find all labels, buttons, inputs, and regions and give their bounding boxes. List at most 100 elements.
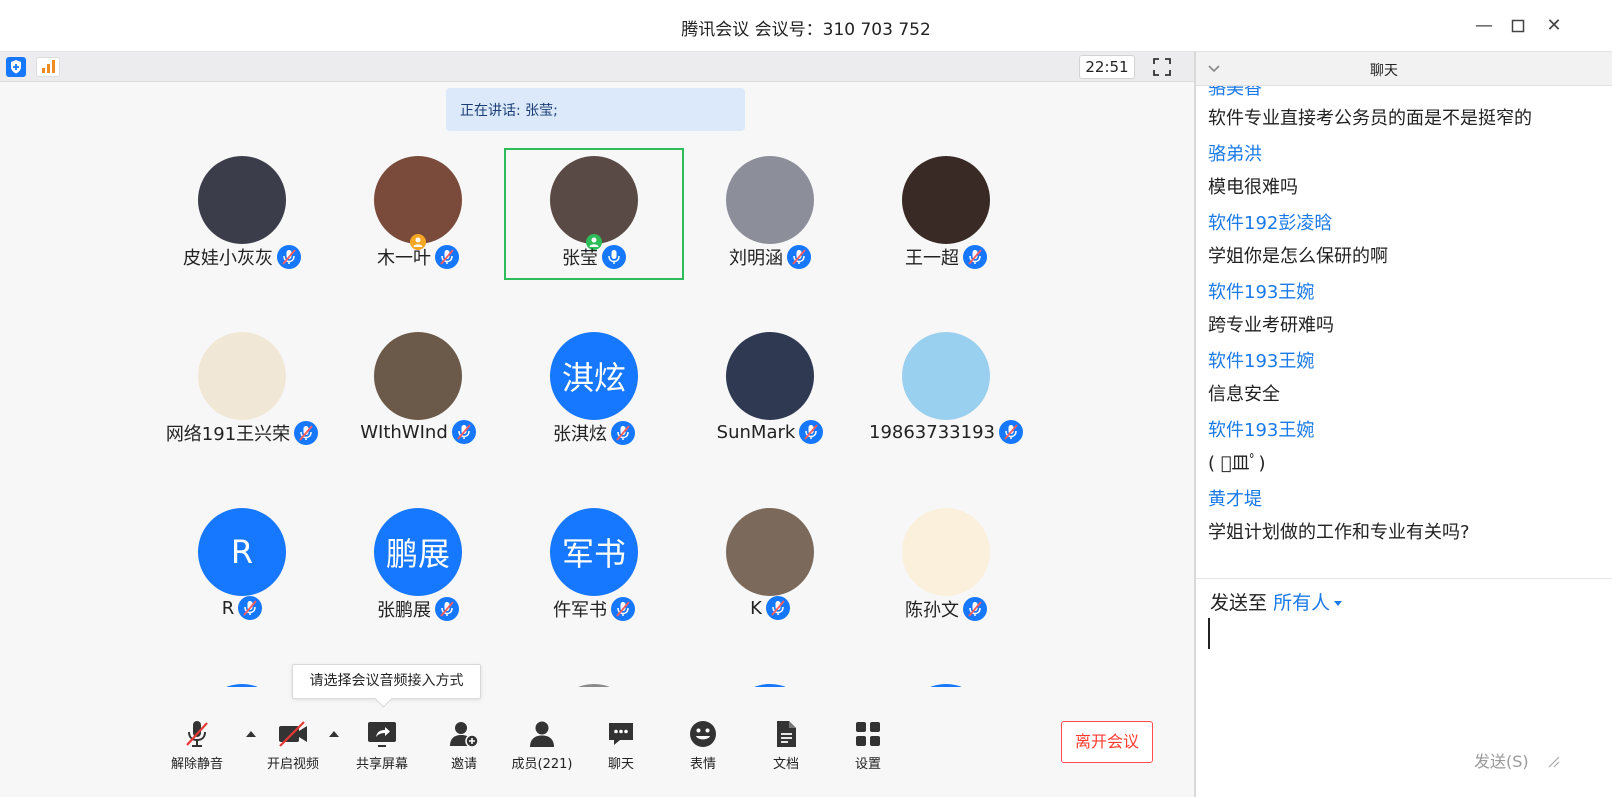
participant-tile[interactable]: 刘明涵 xyxy=(680,148,860,280)
participant-tile[interactable]: K xyxy=(680,500,860,632)
participant-name-row: 仵军书 xyxy=(504,596,684,622)
participant-avatar xyxy=(550,156,638,244)
chat-input-cursor[interactable] xyxy=(1208,618,1210,649)
meeting-timer: 22:51 xyxy=(1079,55,1135,79)
share-screen-label: 共享屏幕 xyxy=(355,757,408,772)
participant-name: 皮娃小灰灰 xyxy=(183,248,273,269)
participant-name: R xyxy=(221,597,235,619)
participant-name: WIthWInd xyxy=(360,421,448,443)
participant-avatar xyxy=(726,156,814,244)
chat-title: 聊天 xyxy=(1370,63,1398,79)
emoji-icon xyxy=(690,721,716,747)
participant-tile[interactable]: 19863733193 xyxy=(856,324,1036,456)
participant-avatar xyxy=(726,332,814,420)
members-icon xyxy=(530,721,554,747)
participant-name: 王一超 xyxy=(905,248,959,269)
mic-muted-icon xyxy=(238,596,263,620)
send-to-selector[interactable]: 发送至 所有人 xyxy=(1210,588,1343,615)
emoji-button[interactable]: 表情 xyxy=(663,719,743,772)
document-icon xyxy=(777,721,796,747)
video-off-icon xyxy=(279,721,307,747)
participant-name-row: 刘明涵 xyxy=(680,244,860,270)
invite-label: 邀请 xyxy=(450,757,477,772)
send-button[interactable]: 发送(S) xyxy=(1474,748,1529,772)
participant-tile[interactable]: 淇炫 张淇炫 xyxy=(504,324,684,456)
participant-name-row: 木一叶 xyxy=(328,244,508,270)
participant-tile[interactable]: 木一叶 xyxy=(328,148,508,280)
participant-tile[interactable]: 张莹 xyxy=(504,148,684,280)
participant-name: K xyxy=(750,597,762,619)
send-to-target[interactable]: 所有人 xyxy=(1273,592,1330,614)
participant-name-row: R xyxy=(152,596,332,620)
members-label: 成员(221) xyxy=(511,757,573,772)
chat-sender: 骆美香 xyxy=(1208,86,1262,99)
mic-muted-icon xyxy=(998,420,1023,444)
unmute-label: 解除静音 xyxy=(170,757,223,772)
chat-message-text: 学姐你是怎么保研的啊 xyxy=(1208,246,1388,267)
dropdown-caret-icon[interactable] xyxy=(1334,601,1343,606)
settings-grid-icon xyxy=(856,722,880,746)
chat-message-text: 跨专业考研难吗 xyxy=(1208,315,1334,336)
participant-tile[interactable]: RR xyxy=(152,500,332,632)
participant-name-row: 张莹 xyxy=(506,244,682,270)
resize-grip-icon[interactable] xyxy=(1546,754,1560,768)
participant-tile[interactable]: WIthWInd xyxy=(328,324,508,456)
participant-tile[interactable]: SunMark xyxy=(680,324,860,456)
chat-message-list[interactable]: 骆美香 软件专业直接考公务员的面是不是挺窄的 骆弟洪 模电很难吗 软件192彭凌晗 学姐你… xyxy=(1196,86,1612,578)
participant-avatar xyxy=(374,332,462,420)
security-shield-icon[interactable] xyxy=(6,57,26,77)
meeting-info-strip: 22:51 xyxy=(0,52,1194,82)
start-video-label: 开启视频 xyxy=(266,757,319,772)
chat-sender: 软件193王婉 xyxy=(1208,420,1315,441)
mic-muted-icon xyxy=(277,245,301,269)
signal-strength-icon[interactable] xyxy=(36,57,60,77)
chat-sender: 软件192彭凌晗 xyxy=(1208,213,1333,234)
participant-tile[interactable]: 网络191王兴荣 xyxy=(152,324,332,456)
participant-name: SunMark xyxy=(716,421,796,443)
unmute-button[interactable]: 解除静音 xyxy=(157,719,237,772)
maximize-icon[interactable] xyxy=(1506,14,1530,38)
docs-button[interactable]: 文档 xyxy=(746,719,826,772)
share-screen-button[interactable]: 共享屏幕 xyxy=(342,719,422,772)
fullscreen-icon[interactable] xyxy=(1152,57,1172,77)
mic-muted-icon xyxy=(611,421,635,445)
leave-meeting-button[interactable]: 离开会议 xyxy=(1061,721,1153,763)
participant-name-row: 张鹏展 xyxy=(328,596,508,622)
chat-button[interactable]: 聊天 xyxy=(581,719,661,772)
participant-avatar xyxy=(198,156,286,244)
settings-button[interactable]: 设置 xyxy=(828,719,908,772)
chat-panel: 聊天 骆美香 软件专业直接考公务员的面是不是挺窄的 骆弟洪 模电很难吗 软件192彭凌晗… xyxy=(1196,52,1612,797)
participant-name: 仵军书 xyxy=(553,600,607,621)
settings-label: 设置 xyxy=(854,757,881,772)
chat-sender: 软件193王婉 xyxy=(1208,282,1315,303)
participant-avatar xyxy=(726,508,814,596)
mic-muted-icon xyxy=(611,597,635,621)
mic-muted-icon xyxy=(799,420,824,444)
participant-tile[interactable]: 皮娃小灰灰 xyxy=(152,148,332,280)
participant-name: 网络191王兴荣 xyxy=(165,424,291,445)
participant-name: 木一叶 xyxy=(377,248,431,269)
participant-tile[interactable]: 鹏展 张鹏展 xyxy=(328,500,508,632)
participant-tile[interactable]: 王一超 xyxy=(856,148,1036,280)
start-video-button[interactable]: 开启视频 xyxy=(253,719,333,772)
close-icon[interactable]: ✕ xyxy=(1542,14,1566,38)
participant-name-row: SunMark xyxy=(680,420,860,444)
chat-message-text: 信息安全 xyxy=(1208,384,1280,405)
invite-button[interactable]: 邀请 xyxy=(424,719,504,772)
muted-mic-icon xyxy=(186,721,208,747)
participant-tile[interactable]: 陈孙文 xyxy=(856,500,1036,632)
video-options-caret[interactable] xyxy=(329,731,339,737)
participant-avatar: 鹏展 xyxy=(374,508,462,596)
minimize-icon[interactable]: — xyxy=(1472,14,1496,38)
share-screen-icon xyxy=(368,722,396,747)
participant-tile[interactable]: 军书 仵军书 xyxy=(504,500,684,632)
chat-divider xyxy=(1196,578,1612,579)
members-button[interactable]: 成员(221) xyxy=(502,719,582,772)
participant-name: 陈孙文 xyxy=(905,600,959,621)
mic-muted-icon xyxy=(787,245,811,269)
chat-label: 聊天 xyxy=(607,757,634,772)
mic-muted-icon xyxy=(451,420,476,444)
chat-message-text: 软件专业直接考公务员的面是不是挺窄的 xyxy=(1208,108,1532,129)
chat-sender: 黄才堤 xyxy=(1208,489,1262,510)
mic-muted-icon xyxy=(765,596,790,620)
